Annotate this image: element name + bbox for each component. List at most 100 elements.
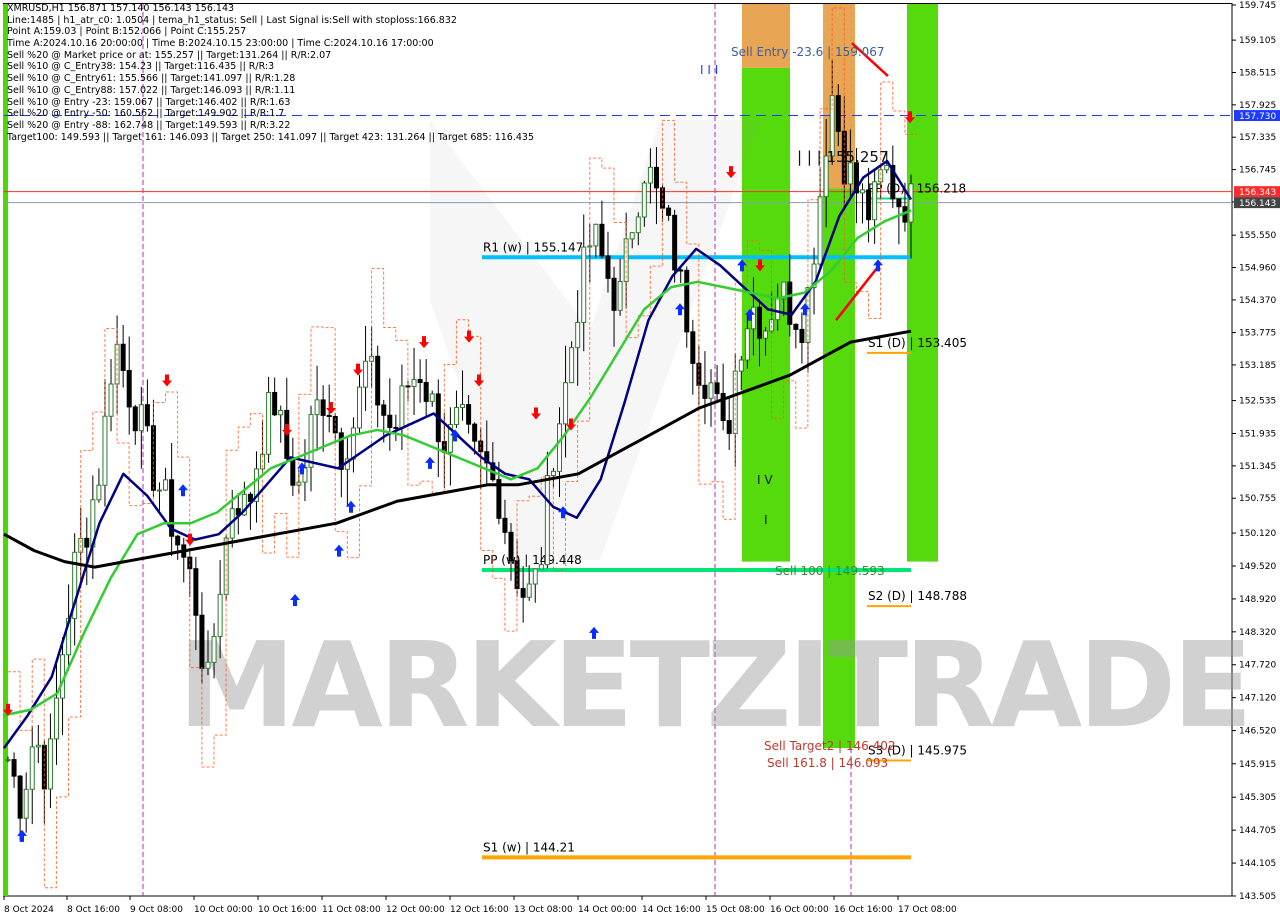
candle-body	[581, 246, 587, 323]
x-tick-label: 8 Oct 16:00	[67, 905, 120, 915]
x-tick-label: 15 Oct 08:00	[706, 905, 765, 915]
candle-body	[623, 238, 629, 283]
candle-body	[866, 189, 872, 221]
candle-body	[399, 385, 405, 429]
candle-body	[593, 223, 599, 247]
candle-body	[387, 414, 393, 428]
candle-body	[357, 386, 363, 429]
y-tick-label: 145.305	[1239, 793, 1276, 803]
y-tick-label: 155.550	[1239, 231, 1276, 241]
point-c-label: | | | 155.257	[797, 148, 889, 166]
info-line: Time A:2024.10.16 20:00:00 | Time B:2024…	[7, 38, 434, 50]
info-line: Point A:159.03 | Point B:152.066 | Point…	[7, 26, 247, 38]
candle-body	[896, 198, 902, 208]
y-tick-label: 158.515	[1239, 68, 1276, 78]
candle-body	[120, 343, 126, 371]
info-line: Sell %10 @ Entry -23: 159.067 || Target:…	[7, 96, 291, 108]
candle-body	[102, 415, 108, 486]
price-badge-text-1: 156.343	[1239, 188, 1276, 198]
candle-body	[47, 738, 53, 790]
candle-body	[690, 331, 696, 364]
candle-body	[17, 775, 23, 819]
chart-area[interactable]: MARKETZITRADE R1 (w) | 155.147 PP (w) | 14…	[0, 0, 1280, 920]
candle-body	[599, 223, 605, 257]
candle-body	[502, 517, 508, 533]
sell-target2-label: Sell Target2 | 146.402	[764, 739, 896, 753]
candle-body	[41, 744, 47, 790]
candle-body	[11, 759, 17, 777]
y-tick-label: 154.960	[1239, 264, 1276, 274]
candle-body	[860, 189, 866, 194]
candle-body	[96, 484, 102, 501]
x-tick-label: 16 Oct 00:00	[770, 905, 829, 915]
info-line: Sell %20 @ Entry -88: 162.748 || Target:…	[7, 119, 291, 131]
candle-body	[629, 232, 635, 240]
x-tick-label: 13 Oct 08:00	[514, 905, 573, 915]
green-zone-3	[907, 4, 938, 562]
candle-body	[532, 568, 538, 585]
pivot-label-3: PP (D) | 156.218	[868, 182, 966, 196]
candle-body	[199, 614, 205, 669]
y-tick-label: 148.920	[1239, 595, 1276, 605]
sell-161-label: Sell 161.8 | 146.093	[767, 756, 888, 770]
candle-body	[472, 423, 478, 442]
y-tick-label: 149.520	[1239, 562, 1276, 572]
pivot-label-1: PP (w) | 149.448	[483, 553, 582, 567]
y-tick-label: 145.915	[1239, 760, 1276, 770]
candle-body	[744, 328, 750, 361]
candle-body	[605, 255, 611, 279]
candle-body	[775, 298, 781, 321]
candle-body	[375, 355, 381, 406]
y-tick-label: 150.755	[1239, 494, 1276, 504]
y-tick-label: 144.105	[1239, 859, 1276, 869]
x-tick-label: 12 Oct 00:00	[386, 905, 445, 915]
y-tick-label: 153.775	[1239, 329, 1276, 339]
candle-body	[884, 164, 890, 171]
info-line: Sell %10 @ C_Entry61: 155.566 || Target:…	[7, 73, 296, 85]
candle-body	[272, 391, 278, 416]
wave-i-label: I	[764, 513, 768, 527]
candle-body	[205, 661, 211, 669]
candle-body	[550, 470, 556, 477]
candle-body	[520, 588, 526, 598]
x-tick-label: 9 Oct 08:00	[130, 905, 183, 915]
candle-body	[350, 427, 356, 460]
y-tick-label: 154.370	[1239, 296, 1276, 306]
candle-body	[726, 420, 732, 434]
x-tick-label: 14 Oct 16:00	[642, 905, 701, 915]
price-badge-text-2: 156.143	[1239, 199, 1276, 209]
candle-body	[544, 475, 550, 566]
pivot-label-4: S1 (D) | 153.405	[868, 336, 967, 350]
candle-body	[666, 207, 672, 216]
candle-body	[453, 407, 459, 426]
candle-body	[84, 537, 90, 548]
y-tick-label: 152.535	[1239, 397, 1276, 407]
candle-body	[405, 385, 411, 388]
wave-iii-label-top: I I I	[700, 63, 718, 77]
info-line: Sell %10 @ C_Entry38: 154.23 || Target:1…	[7, 61, 275, 73]
candle-body	[738, 359, 744, 372]
candle-body	[526, 583, 532, 598]
y-tick-label: 157.925	[1239, 101, 1276, 111]
pivot-label-5: S2 (D) | 148.788	[868, 589, 967, 603]
candle-body	[466, 404, 472, 425]
candle-body	[320, 399, 326, 416]
y-tick-label: 146.520	[1239, 727, 1276, 737]
y-tick-label: 150.120	[1239, 529, 1276, 539]
info-panel: XMRUSD,H1 156.871 157.140 156.143 156.14…	[7, 3, 534, 143]
candle-body	[393, 426, 399, 429]
sell-entry-label: Sell Entry -23.6 | 159.067	[731, 45, 885, 59]
candle-body	[5, 759, 11, 762]
candle-body	[363, 360, 369, 388]
watermark-text: MARKETZITRADE	[178, 616, 1249, 754]
x-tick-label: 8 Oct 2024	[4, 905, 54, 915]
candle-body	[29, 746, 35, 790]
candle-body	[647, 166, 653, 184]
candle-body	[217, 593, 223, 637]
candle-body	[508, 531, 514, 562]
candle-body	[417, 379, 423, 384]
candle-body	[611, 277, 617, 311]
candle-body	[787, 281, 793, 325]
candle-body	[411, 379, 417, 387]
candle-body	[908, 183, 914, 223]
